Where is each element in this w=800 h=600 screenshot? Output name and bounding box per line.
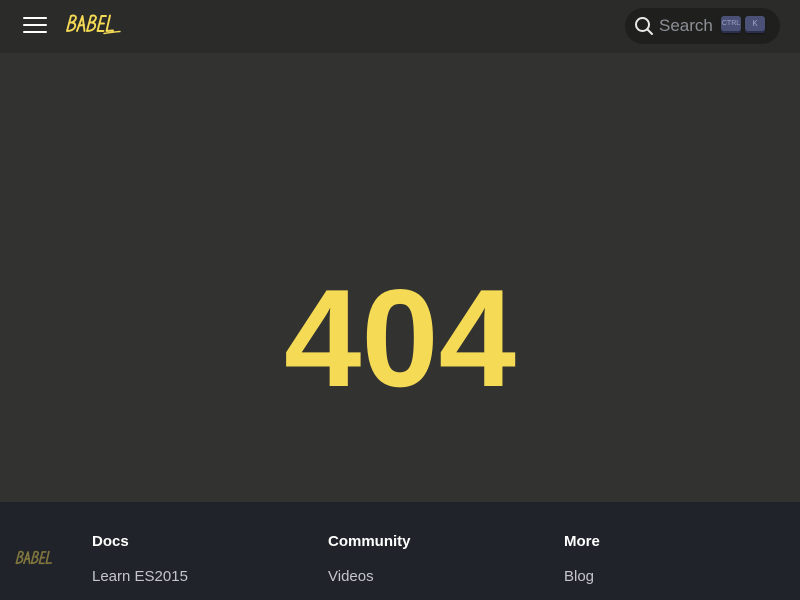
footer-babel-logo[interactable] <box>14 548 58 568</box>
footer-column-docs: Docs Learn ES2015 <box>92 533 188 586</box>
footer-link-blog[interactable]: Blog <box>564 568 600 586</box>
babel-logo[interactable] <box>64 11 122 37</box>
k-key-hint: K <box>745 16 765 33</box>
navbar: Search CTRL K <box>0 0 800 51</box>
footer-heading-more: More <box>564 533 600 550</box>
hamburger-menu-icon[interactable] <box>23 16 47 36</box>
footer-link-learn-es2015[interactable]: Learn ES2015 <box>92 568 188 586</box>
footer-column-community: Community Videos <box>328 533 411 586</box>
ctrl-key-hint: CTRL <box>721 16 741 33</box>
search-placeholder: Search <box>659 16 713 35</box>
search-icon <box>635 17 653 35</box>
footer-column-more: More Blog <box>564 533 600 586</box>
footer-babel-logo-mark <box>15 550 53 565</box>
error-code-heading: 404 <box>284 261 516 416</box>
footer: Docs Learn ES2015 Community Videos More … <box>0 502 800 600</box>
footer-heading-docs: Docs <box>92 533 129 550</box>
babel-logo-mark <box>66 14 121 35</box>
main-content: 404 <box>0 51 800 502</box>
footer-link-videos[interactable]: Videos <box>328 568 411 586</box>
search-button[interactable]: Search CTRL K <box>625 8 780 44</box>
footer-heading-community: Community <box>328 533 411 550</box>
